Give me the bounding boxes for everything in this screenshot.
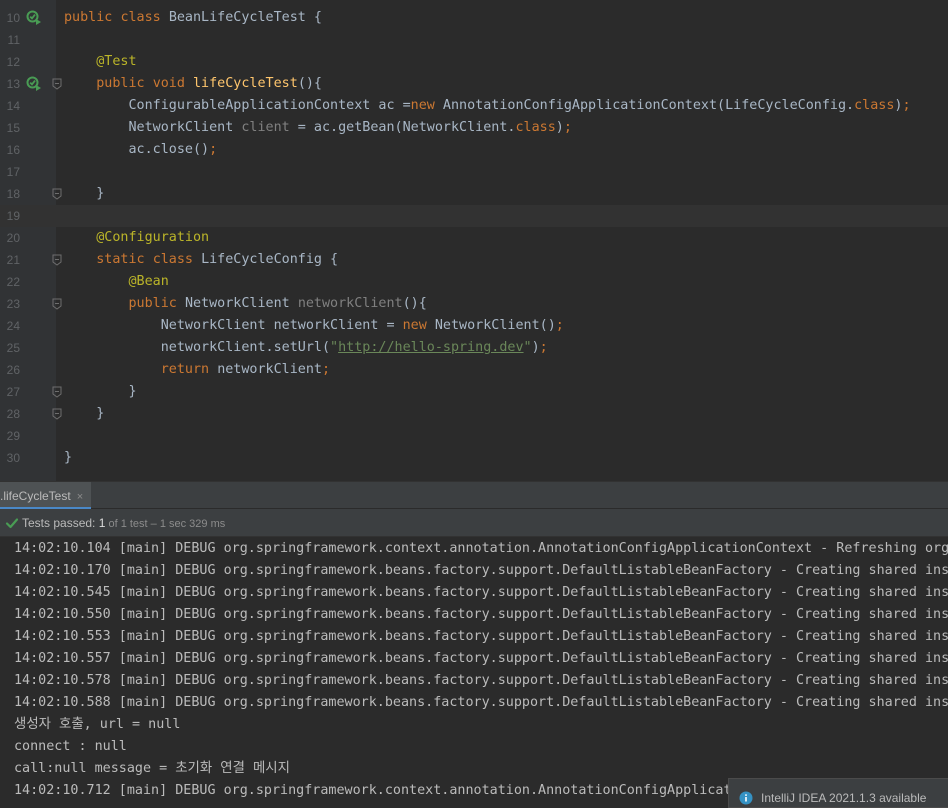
code-line[interactable]: 26 return networkClient; bbox=[0, 359, 948, 381]
console-line: 14:02:10.712 [main] DEBUG org.springfram… bbox=[14, 783, 732, 798]
code-line[interactable]: 23 public NetworkClient networkClient(){ bbox=[0, 293, 948, 315]
code-line[interactable]: 12 @Test bbox=[0, 51, 948, 73]
code-line[interactable]: 16 ac.close(); bbox=[0, 139, 948, 161]
code-text: static class LifeCycleConfig { bbox=[96, 252, 339, 267]
fold-icon[interactable] bbox=[52, 386, 62, 398]
code-line[interactable]: 10 public class BeanLifeCycleTest { bbox=[0, 7, 948, 29]
check-icon bbox=[5, 518, 19, 529]
console-line: 14:02:10.550 [main] DEBUG org.springfram… bbox=[14, 607, 948, 622]
line-number: 18 bbox=[6, 187, 20, 201]
line-number: 23 bbox=[6, 297, 20, 311]
line-number: 27 bbox=[6, 385, 20, 399]
code-text: ConfigurableApplicationContext ac =new A… bbox=[64, 98, 911, 113]
console-line: 생성자 호출, url = null bbox=[14, 717, 181, 732]
fold-icon[interactable] bbox=[52, 254, 62, 266]
console-output[interactable]: 14:02:10.104 [main] DEBUG org.springfram… bbox=[0, 537, 948, 800]
code-line[interactable]: 22 @Bean bbox=[0, 271, 948, 293]
code-text: public NetworkClient networkClient(){ bbox=[128, 296, 427, 311]
line-number: 16 bbox=[6, 143, 20, 157]
code-text: } bbox=[64, 406, 105, 421]
code-line[interactable]: 30} bbox=[0, 447, 948, 469]
console-line: 14:02:10.104 [main] DEBUG org.springfram… bbox=[14, 541, 948, 556]
run-tab-bar: .lifeCycleTest × bbox=[0, 481, 948, 510]
console-line: call:null message = 초기화 연결 메시지 bbox=[14, 761, 290, 776]
code-text: public class BeanLifeCycleTest { bbox=[64, 10, 322, 25]
line-number: 10 bbox=[6, 11, 20, 25]
run-test-icon[interactable] bbox=[26, 76, 42, 92]
fold-icon[interactable] bbox=[52, 188, 62, 200]
code-line[interactable]: 13 public void lifeCycleTest(){ bbox=[0, 73, 948, 95]
code-text: @Bean bbox=[128, 274, 169, 289]
code-line[interactable]: 21 static class LifeCycleConfig { bbox=[0, 249, 948, 271]
code-line[interactable]: 14 ConfigurableApplicationContext ac =ne… bbox=[0, 95, 948, 117]
fold-icon[interactable] bbox=[52, 408, 62, 420]
line-number: 12 bbox=[6, 55, 20, 69]
code-text: NetworkClient client = ac.getBean(Networ… bbox=[64, 120, 572, 135]
console-line: connect : null bbox=[14, 739, 127, 754]
close-tab-icon[interactable]: × bbox=[77, 491, 83, 503]
console-line: 14:02:10.588 [main] DEBUG org.springfram… bbox=[14, 695, 948, 710]
test-status-text: Tests passed: 1 of 1 test – 1 sec 329 ms bbox=[22, 509, 225, 538]
code-line[interactable]: 24 NetworkClient networkClient = new Net… bbox=[0, 315, 948, 337]
status-detail: of 1 test – 1 sec 329 ms bbox=[105, 518, 226, 530]
line-number: 21 bbox=[6, 253, 20, 267]
line-number: 19 bbox=[0, 205, 20, 227]
run-tab-lifecycletest[interactable]: .lifeCycleTest × bbox=[0, 482, 92, 510]
notification-text: IntelliJ IDEA 2021.1.3 available bbox=[761, 791, 927, 805]
code-line[interactable]: 18 } bbox=[0, 183, 948, 205]
line-number: 14 bbox=[6, 99, 20, 113]
line-number: 29 bbox=[6, 429, 20, 443]
run-test-icon[interactable] bbox=[26, 10, 42, 26]
line-number: 20 bbox=[6, 231, 20, 245]
line-number: 22 bbox=[6, 275, 20, 289]
console-line: 14:02:10.170 [main] DEBUG org.springfram… bbox=[14, 563, 948, 578]
code-line[interactable]: 28 } bbox=[0, 403, 948, 425]
console-line: 14:02:10.545 [main] DEBUG org.springfram… bbox=[14, 585, 948, 600]
console-line: 14:02:10.578 [main] DEBUG org.springfram… bbox=[14, 673, 948, 688]
code-text: NetworkClient networkClient = new Networ… bbox=[64, 318, 564, 333]
line-number: 26 bbox=[6, 363, 20, 377]
code-text: } bbox=[64, 450, 73, 465]
fold-icon[interactable] bbox=[52, 78, 62, 90]
code-line[interactable]: 15 NetworkClient client = ac.getBean(Net… bbox=[0, 117, 948, 139]
code-text: public void lifeCycleTest(){ bbox=[96, 76, 322, 91]
code-text: ac.close(); bbox=[64, 142, 218, 157]
code-text: @Test bbox=[96, 54, 137, 69]
line-number: 25 bbox=[6, 341, 20, 355]
line-number: 30 bbox=[6, 451, 20, 465]
fold-icon[interactable] bbox=[52, 298, 62, 310]
code-text: return networkClient; bbox=[160, 362, 331, 377]
info-icon bbox=[739, 791, 753, 805]
console-line: 14:02:10.557 [main] DEBUG org.springfram… bbox=[14, 651, 948, 666]
status-prefix: Tests passed: bbox=[22, 516, 99, 530]
code-line[interactable]: 29 bbox=[0, 425, 948, 447]
code-line[interactable]: 20 @Configuration bbox=[0, 227, 948, 249]
code-text: networkClient.setUrl("http://hello-sprin… bbox=[64, 340, 548, 355]
line-number: 15 bbox=[6, 121, 20, 135]
code-line[interactable]: 27 } bbox=[0, 381, 948, 403]
test-status-bar: Tests passed: 1 of 1 test – 1 sec 329 ms bbox=[0, 509, 948, 537]
update-notification[interactable]: IntelliJ IDEA 2021.1.3 available bbox=[728, 778, 948, 808]
code-editor[interactable]: 10 public class BeanLifeCycleTest { 11 12 @… bbox=[0, 0, 948, 481]
line-number: 13 bbox=[6, 77, 20, 91]
code-line[interactable]: 11 bbox=[0, 29, 948, 51]
code-line[interactable]: 17 bbox=[0, 161, 948, 183]
code-line[interactable]: 25 networkClient.setUrl("http://hello-sp… bbox=[0, 337, 948, 359]
line-number: 17 bbox=[6, 165, 20, 179]
line-number: 11 bbox=[7, 33, 20, 47]
code-text: } bbox=[64, 384, 137, 399]
run-tab-label: .lifeCycleTest bbox=[0, 489, 71, 503]
line-number: 24 bbox=[6, 319, 20, 333]
code-text: @Configuration bbox=[96, 230, 210, 245]
console-line: 14:02:10.553 [main] DEBUG org.springfram… bbox=[14, 629, 948, 644]
line-number: 28 bbox=[6, 407, 20, 421]
code-line[interactable]: 19 bbox=[0, 205, 948, 227]
code-text: } bbox=[64, 186, 105, 201]
